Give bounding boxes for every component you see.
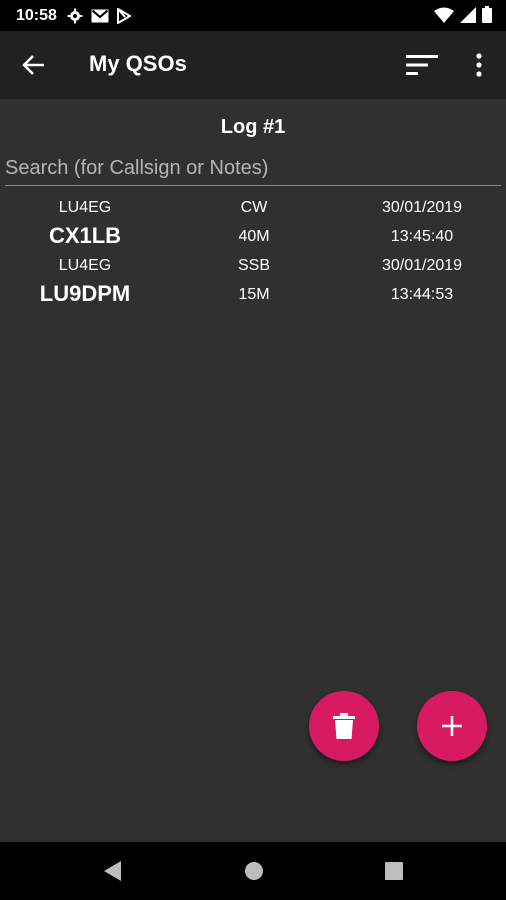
- status-notification-icons: [67, 7, 131, 24]
- delete-fab-button[interactable]: [309, 691, 379, 761]
- battery-icon: [482, 6, 492, 23]
- more-vert-icon: [476, 53, 482, 77]
- add-qso-fab-button[interactable]: [417, 691, 487, 761]
- qso-mode: SSB: [237, 257, 270, 274]
- qso-band: 15M: [238, 286, 270, 303]
- status-bar: 10:58: [0, 0, 506, 31]
- qso-list: LU4EG CW 30/01/2019 CX1LB 40M 13:45:40 L…: [0, 196, 506, 312]
- qso-date: 30/01/2019: [381, 199, 463, 216]
- play-store-icon: [116, 7, 131, 24]
- gmail-icon: [91, 9, 109, 22]
- search-field: [5, 152, 501, 186]
- log-title: Log #1: [220, 116, 286, 138]
- qso-operator: LU4EG: [58, 199, 112, 216]
- qso-list-item[interactable]: LU4EG CW 30/01/2019 CX1LB 40M 13:45:40: [0, 196, 506, 254]
- plus-icon: [442, 716, 462, 736]
- qso-time: 13:44:53: [390, 286, 454, 303]
- qso-callsign: CX1LB: [48, 223, 122, 248]
- signal-icon: [460, 6, 476, 23]
- qso-mode: CW: [240, 199, 268, 216]
- arrow-back-icon: [22, 55, 44, 75]
- back-button[interactable]: [20, 53, 48, 77]
- qso-band: 40M: [238, 228, 270, 245]
- status-system-icons: [434, 6, 492, 23]
- nav-back-triangle-icon: [104, 861, 121, 881]
- app-title: My QSOs: [89, 51, 187, 76]
- qso-operator: LU4EG: [58, 257, 112, 274]
- sort-icon: [406, 55, 438, 75]
- qso-callsign: LU9DPM: [39, 281, 131, 306]
- system-navigation-bar: [0, 842, 506, 900]
- sort-button[interactable]: [406, 53, 438, 77]
- qso-date: 30/01/2019: [381, 257, 463, 274]
- status-time: 10:58: [16, 6, 57, 24]
- wifi-icon: [434, 7, 454, 23]
- nav-home-button[interactable]: [243, 860, 265, 887]
- qso-time: 13:45:40: [390, 228, 454, 245]
- nav-back-button[interactable]: [102, 860, 122, 887]
- qso-list-item[interactable]: LU4EG SSB 30/01/2019 LU9DPM 15M 13:44:53: [0, 254, 506, 312]
- screen: 10:58 My QSOs Log #1 Search (for Callsig…: [0, 0, 506, 900]
- nav-recents-square-icon: [385, 862, 403, 880]
- search-input[interactable]: [5, 152, 501, 184]
- gear-icon: [67, 8, 83, 23]
- nav-recents-button[interactable]: [384, 860, 404, 887]
- nav-home-circle-icon: [245, 862, 263, 880]
- trash-icon: [333, 713, 355, 739]
- more-options-button[interactable]: [470, 51, 488, 79]
- app-bar: My QSOs: [0, 31, 506, 99]
